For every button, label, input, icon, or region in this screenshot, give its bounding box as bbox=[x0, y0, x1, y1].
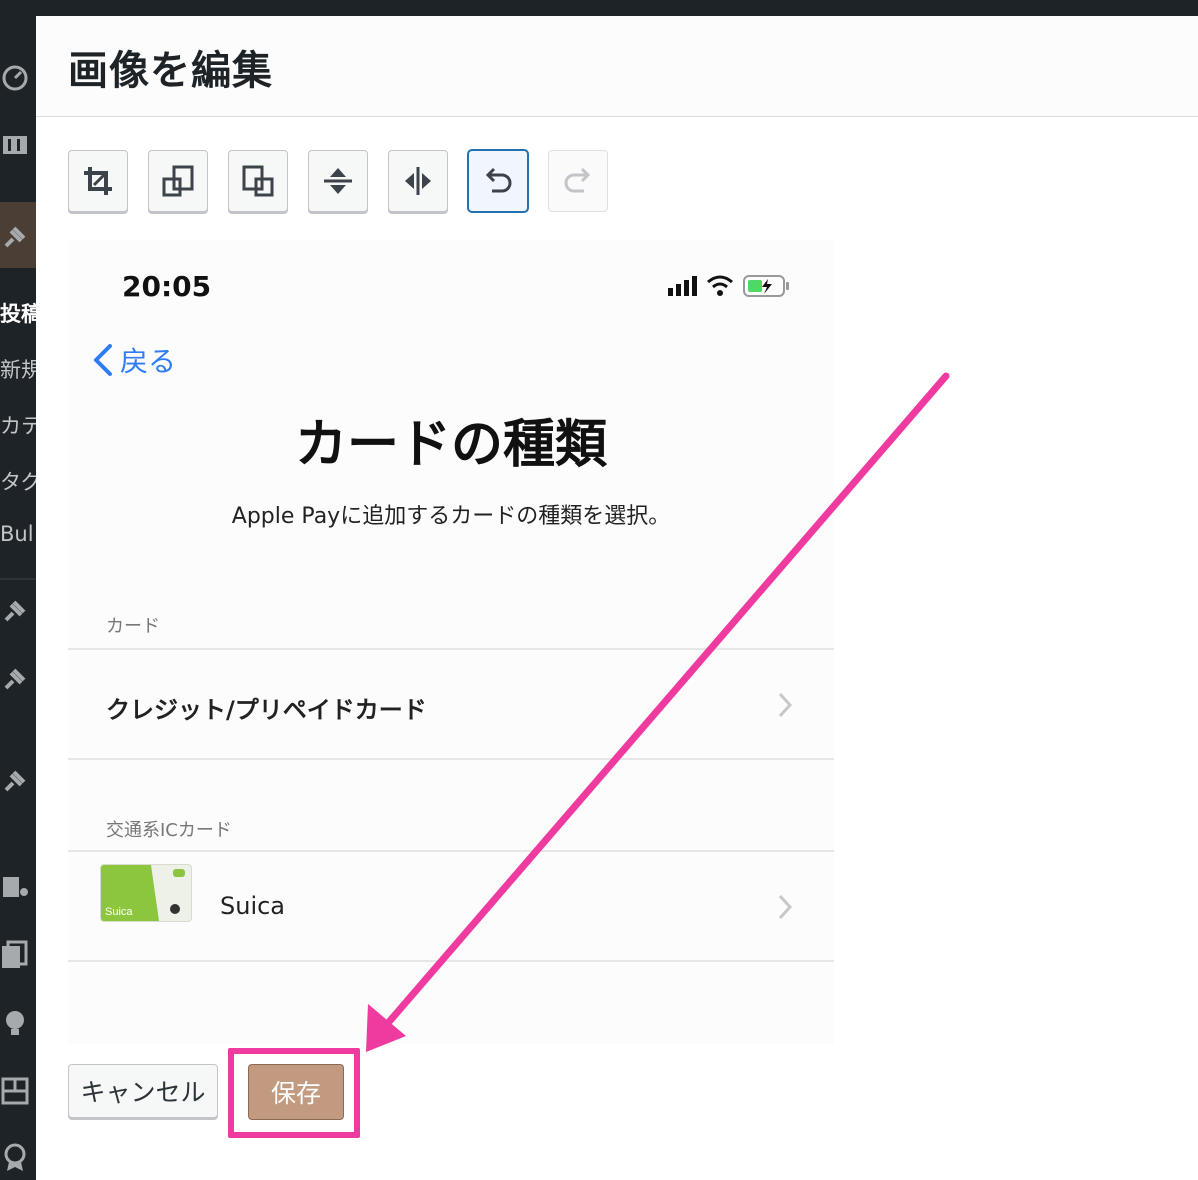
screen-title: カードの種類 bbox=[294, 415, 607, 475]
modal-header: 画像を編集 bbox=[36, 16, 1198, 117]
cancel-button[interactable]: キャンセル bbox=[68, 1064, 218, 1118]
section-label-card: カード bbox=[106, 616, 160, 637]
save-button[interactable]: 保存 bbox=[248, 1064, 344, 1120]
chevron-right-icon bbox=[778, 894, 793, 920]
sidebar-item-bulk[interactable]: Bul bbox=[0, 522, 34, 546]
svg-text:Suica: Suica bbox=[105, 906, 133, 918]
layout-icon[interactable] bbox=[0, 1076, 36, 1115]
dashboard-icon[interactable] bbox=[0, 62, 36, 101]
media-icon[interactable] bbox=[0, 872, 36, 911]
rotate-left-button[interactable] bbox=[148, 150, 208, 212]
flip-horizontal-icon bbox=[405, 167, 431, 195]
sidebar-item-tags[interactable]: タグ bbox=[0, 466, 36, 496]
rotate-right-button[interactable] bbox=[228, 150, 288, 212]
undo-icon bbox=[485, 167, 512, 193]
modal-title: 画像を編集 bbox=[68, 48, 273, 94]
status-bar-icons bbox=[668, 275, 789, 297]
rotate-right-icon bbox=[242, 165, 274, 197]
crop-button[interactable] bbox=[68, 150, 128, 212]
wifi-icon bbox=[707, 275, 733, 296]
flip-vertical-button[interactable] bbox=[308, 150, 368, 212]
pin-icon[interactable] bbox=[0, 664, 36, 703]
flip-horizontal-button[interactable] bbox=[388, 150, 448, 212]
chevron-right-icon bbox=[778, 692, 793, 718]
battery-icon bbox=[743, 275, 789, 297]
flip-vertical-icon bbox=[324, 168, 352, 194]
edit-image-modal: 画像を編集 20:05 戻る カードの種類 Apple Payに追加するカードの… bbox=[36, 16, 1198, 1180]
pin-icon[interactable] bbox=[0, 766, 36, 805]
divider bbox=[68, 758, 834, 760]
badge-icon[interactable] bbox=[0, 1142, 36, 1180]
suica-card-image: Suica bbox=[100, 864, 192, 922]
pin-icon[interactable] bbox=[0, 222, 36, 261]
screen-subtitle: Apple Payに追加するカードの種類を選択。 bbox=[231, 504, 671, 529]
back-label: 戻る bbox=[120, 345, 177, 378]
row-credit-prepaid-card: クレジット/プリペイドカード bbox=[106, 696, 427, 724]
admin-sidebar: 投稿 新規 カテ タグ Bul bbox=[0, 0, 36, 1180]
redo-button[interactable] bbox=[548, 150, 608, 212]
image-preview: 20:05 戻る カードの種類 Apple Payに追加するカードの種類を選択。… bbox=[68, 240, 834, 1044]
chevron-left-icon bbox=[94, 344, 112, 376]
divider bbox=[68, 850, 834, 852]
pages-icon[interactable] bbox=[0, 940, 36, 979]
sidebar-divider bbox=[0, 578, 36, 580]
settings-sliders-icon[interactable] bbox=[0, 130, 36, 169]
signal-icon bbox=[668, 276, 697, 296]
admin-top-bar bbox=[36, 0, 1198, 16]
status-bar-time: 20:05 bbox=[122, 270, 212, 303]
divider bbox=[68, 960, 834, 962]
rotate-left-icon bbox=[162, 165, 194, 197]
section-label-transit-ic: 交通系ICカード bbox=[106, 820, 232, 841]
back-link[interactable]: 戻る bbox=[90, 340, 176, 380]
redo-icon bbox=[564, 167, 591, 193]
undo-button[interactable] bbox=[468, 150, 528, 212]
pin-icon[interactable] bbox=[0, 596, 36, 635]
divider bbox=[68, 648, 834, 650]
lightbulb-icon[interactable] bbox=[0, 1008, 36, 1047]
crop-icon bbox=[84, 167, 112, 195]
sidebar-item-categories[interactable]: カテ bbox=[0, 410, 36, 440]
sidebar-item-posts[interactable]: 投稿 bbox=[0, 298, 36, 328]
row-suica: Suica bbox=[220, 892, 286, 920]
sidebar-item-new[interactable]: 新規 bbox=[0, 354, 36, 384]
